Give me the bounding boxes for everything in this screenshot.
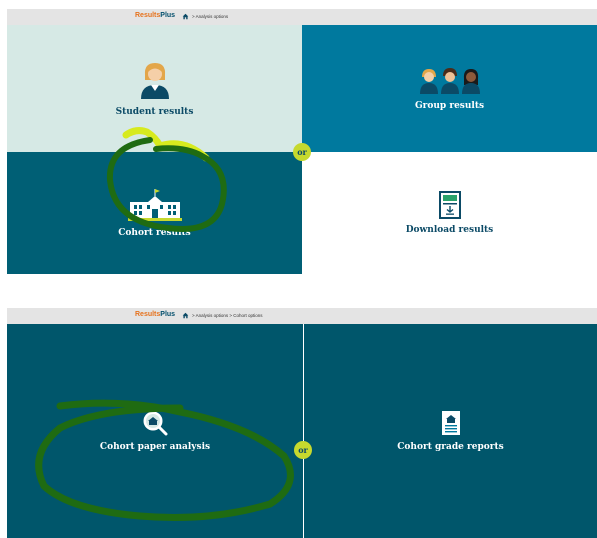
analysis-options-screen: ResultsPlus > Analysis options Student r… — [7, 9, 597, 274]
home-icon[interactable] — [182, 13, 189, 20]
resultsplus-logo[interactable]: ResultsPlus — [135, 311, 175, 318]
student-results-tile[interactable]: Student results — [7, 25, 302, 152]
or-divider-badge: or — [293, 143, 311, 161]
breadcrumb-text: > Analysis options — [192, 14, 229, 19]
home-icon[interactable] — [182, 312, 189, 319]
breadcrumb: > Analysis options > Cohort options — [182, 312, 263, 319]
breadcrumb: > Analysis options — [182, 13, 228, 20]
cohort-results-tile[interactable]: Cohort results — [7, 152, 302, 274]
group-icon — [419, 67, 480, 94]
student-results-label: Student results — [115, 106, 194, 117]
resultsplus-logo[interactable]: ResultsPlus — [135, 12, 175, 19]
top-nav-bar: ResultsPlus > Analysis options > Cohort … — [7, 308, 597, 324]
download-results-tile[interactable]: Download results — [302, 152, 597, 274]
group-results-label: Group results — [414, 100, 485, 111]
magnifier-school-icon — [143, 411, 168, 436]
school-building-icon — [127, 189, 182, 221]
cohort-grade-reports-tile[interactable]: Cohort grade reports — [304, 324, 597, 538]
top-nav-bar: ResultsPlus > Analysis options — [7, 9, 597, 25]
cohort-grade-reports-label: Cohort grade reports — [397, 442, 504, 452]
download-document-icon — [438, 191, 461, 219]
report-document-icon — [441, 411, 460, 435]
breadcrumb-text: > Analysis options > Cohort options — [192, 313, 263, 318]
group-results-tile[interactable]: Group results — [302, 25, 597, 152]
cohort-paper-analysis-label: Cohort paper analysis — [99, 442, 211, 452]
cohort-options-screen: ResultsPlus > Analysis options > Cohort … — [7, 308, 597, 538]
student-icon — [140, 62, 169, 99]
download-results-label: Download results — [405, 225, 494, 235]
or-divider-badge: or — [294, 441, 312, 459]
cohort-paper-analysis-tile[interactable]: Cohort paper analysis — [7, 324, 303, 538]
cohort-results-label: Cohort results — [118, 228, 191, 238]
